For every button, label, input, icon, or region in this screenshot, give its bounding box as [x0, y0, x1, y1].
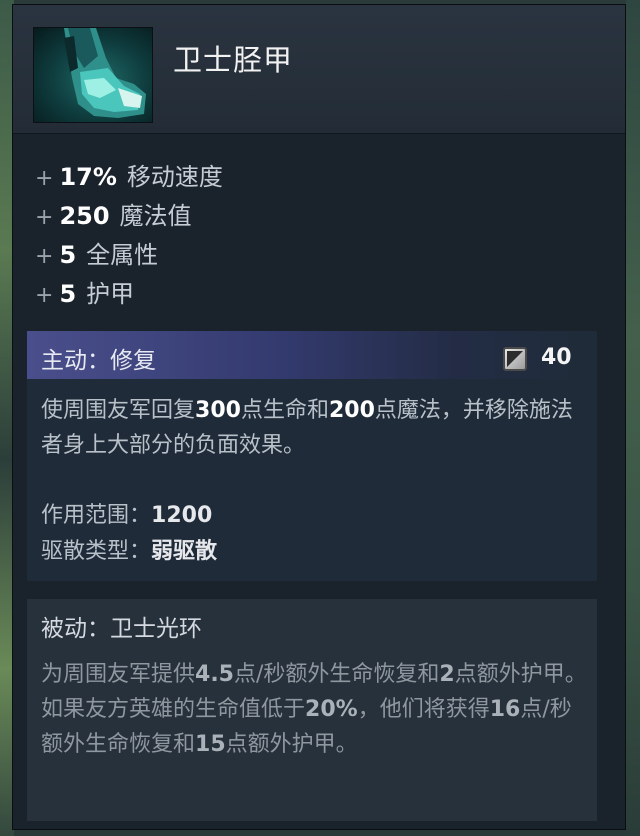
- tooltip-header: 卫士胫甲: [13, 5, 625, 134]
- active-ability-description: 使周围友军回复300点生命和200点魔法，并移除施法者身上大部分的负面效果。: [41, 398, 573, 458]
- stat-armor: +5 护甲: [35, 280, 135, 308]
- passive-ability-section: 被动：卫士光环 为周围友军提供4.5点/秒额外生命恢复和2点额外护甲。如果友方英…: [27, 599, 597, 821]
- background-scenery-right: [626, 0, 640, 836]
- stat-move-speed: +17% 移动速度: [35, 163, 223, 191]
- item-stats: +17% 移动速度 +250 魔法值 +5 全属性 +5 护甲: [35, 157, 223, 313]
- item-name: 卫士胫甲: [173, 43, 294, 77]
- item-tooltip: 卫士胫甲 +17% 移动速度 +250 魔法值 +5 全属性 +5 护甲 主动：修复 4…: [12, 4, 626, 830]
- dispel-type: 驱散类型：弱驱散: [41, 539, 218, 564]
- stat-mana: +250 魔法值: [35, 202, 192, 230]
- cast-range: 作用范围：1200: [41, 503, 213, 528]
- active-ability-title: 主动：修复: [41, 348, 156, 374]
- cooldown-icon: [503, 347, 527, 371]
- passive-ability-title: 被动：卫士光环: [41, 616, 202, 642]
- guardian-greaves-icon: [33, 27, 153, 123]
- cooldown-value: 40: [541, 345, 572, 370]
- stat-all-attributes: +5 全属性: [35, 241, 159, 269]
- passive-ability-description: 为周围友军提供4.5点/秒额外生命恢复和2点额外护甲。如果友方英雄的生命值低于2…: [41, 662, 587, 757]
- active-ability-header: 主动：修复 40: [27, 331, 597, 379]
- active-ability-section: 主动：修复 40 使周围友军回复300点生命和200点魔法，并移除施法者身上大部…: [27, 331, 597, 581]
